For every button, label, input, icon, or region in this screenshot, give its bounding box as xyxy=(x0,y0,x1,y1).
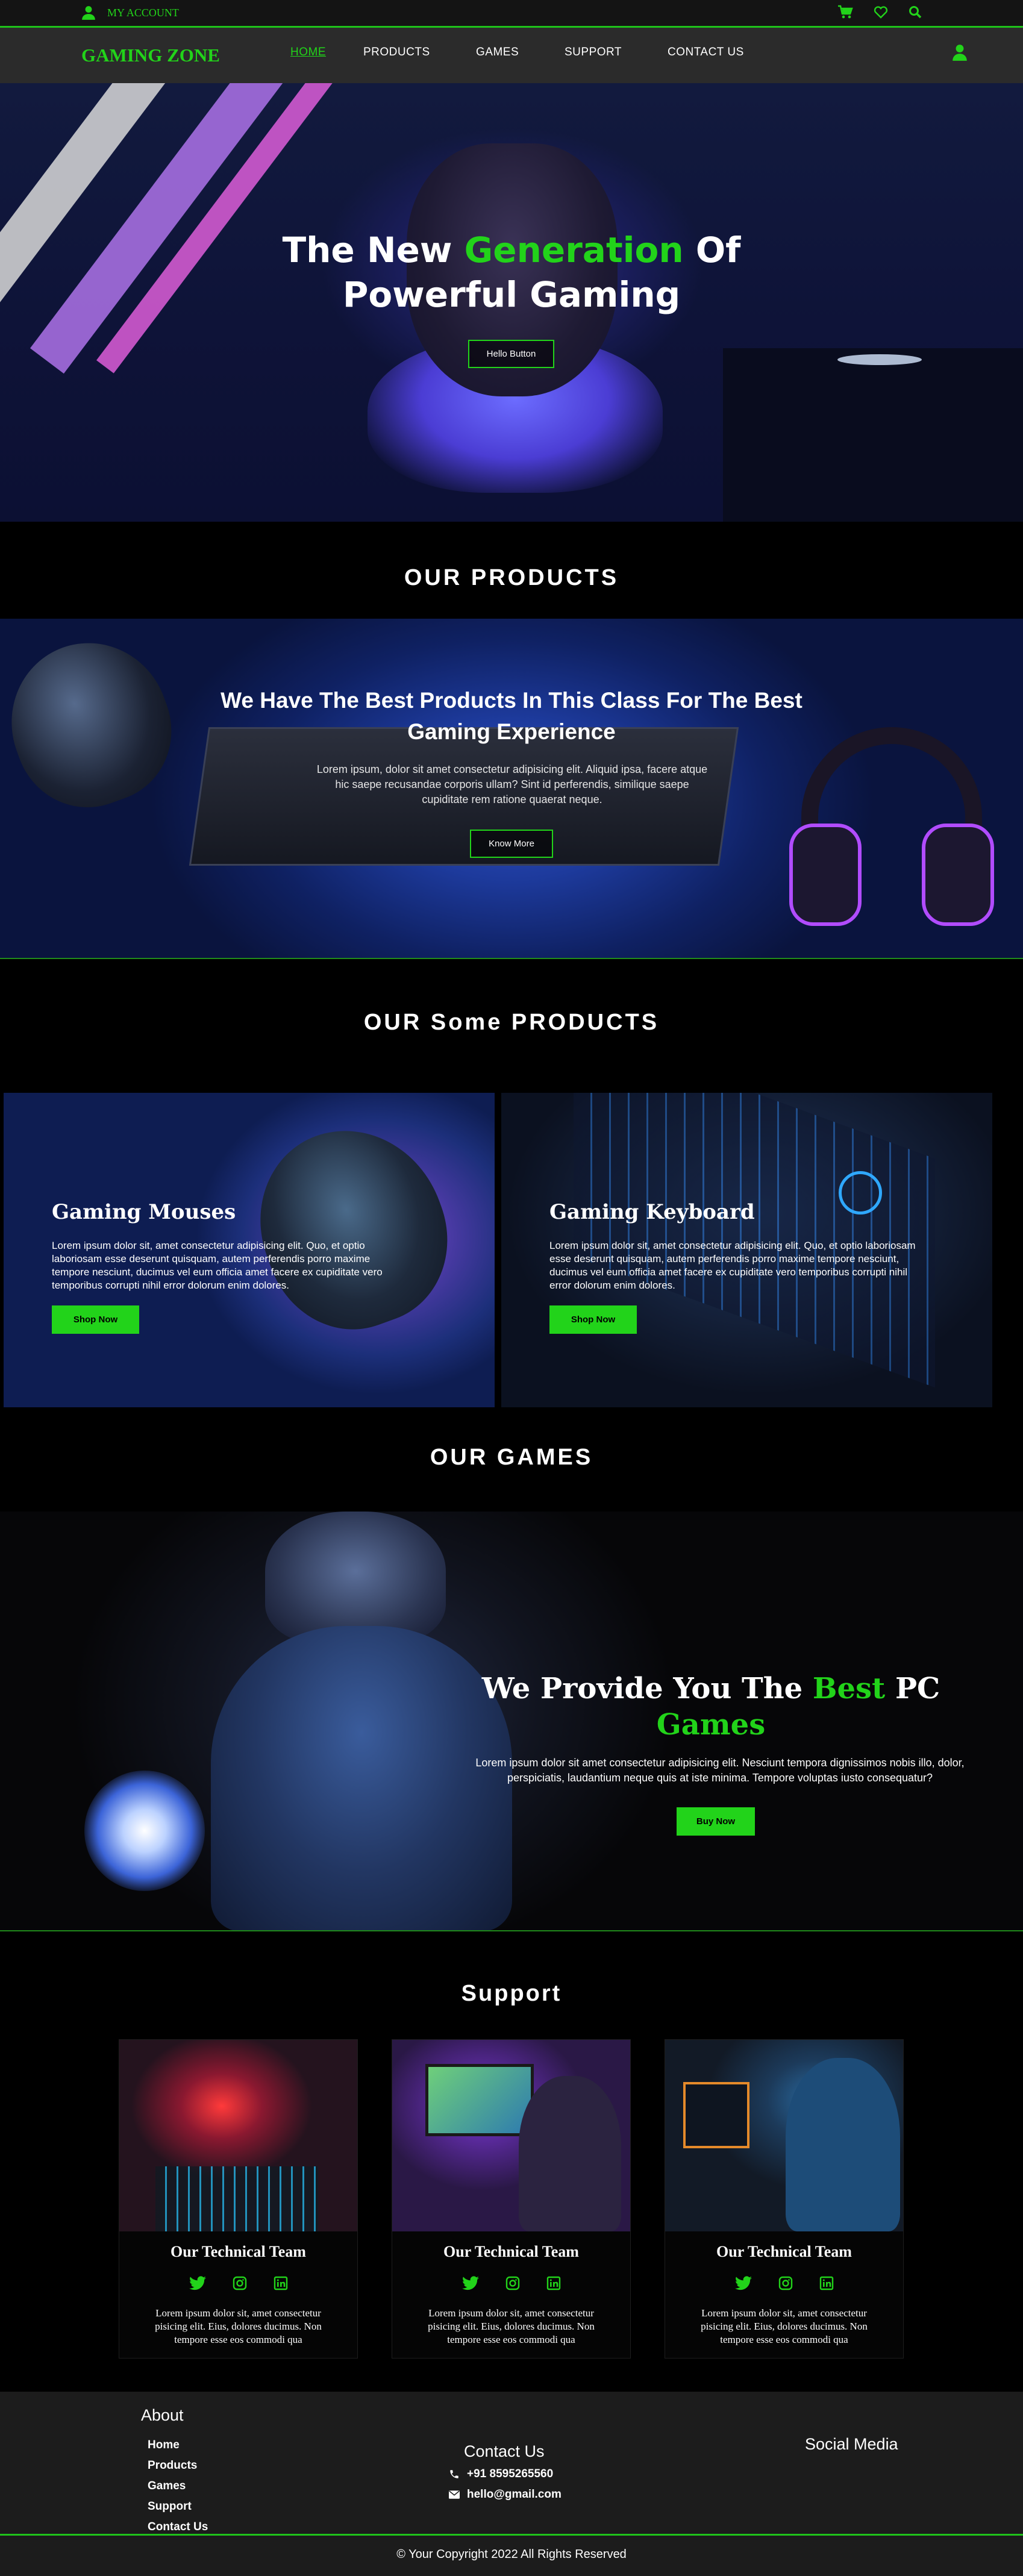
games-banner: We Provide You The Best PC Games Lorem i… xyxy=(0,1512,1023,1931)
games-heading: OUR GAMES xyxy=(430,1445,593,1470)
contact-phone[interactable]: +91 8595265560 xyxy=(449,2468,553,2481)
nav-links: HOME PRODUCTS GAMES SUPPORT CONTACT US xyxy=(290,46,744,59)
linkedin-icon[interactable] xyxy=(819,2276,834,2290)
card-title: Gaming Keyboard xyxy=(549,1200,755,1224)
heart-icon[interactable] xyxy=(874,5,888,19)
team-photo xyxy=(392,2040,630,2231)
instagram-icon[interactable] xyxy=(233,2276,247,2290)
nav-support[interactable]: SUPPORT xyxy=(565,46,668,59)
products-banner-title: We Have The Best Products In This Class … xyxy=(221,688,802,744)
some-products-heading: OUR Some PRODUCTS xyxy=(363,1010,660,1035)
linkedin-icon[interactable] xyxy=(546,2276,561,2290)
card-title: Our Technical Team xyxy=(443,2243,579,2260)
twitter-icon[interactable] xyxy=(189,2276,206,2290)
support-card: Our Technical Team Lorem ipsum dolor sit… xyxy=(119,2039,358,2359)
hero-title: The New Generation Of Powerful Gaming xyxy=(282,230,741,315)
desk-surface xyxy=(723,348,1023,522)
nav-games[interactable]: GAMES xyxy=(476,46,565,59)
hero-banner: The New Generation Of Powerful Gaming He… xyxy=(0,83,1023,522)
main-nav: GAMING ZONE HOME PRODUCTS GAMES SUPPORT … xyxy=(0,28,1023,83)
card-title: Gaming Mouses xyxy=(52,1200,236,1224)
games-title: We Provide You The Best PC Games xyxy=(481,1672,940,1742)
team-photo xyxy=(665,2040,903,2231)
products-banner: We Have The Best Products In This Class … xyxy=(0,619,1023,959)
footer-link-home[interactable]: Home xyxy=(148,2439,180,2452)
support-card: Our Technical Team Lorem ipsum dolor sit… xyxy=(665,2039,904,2359)
nav-contact[interactable]: CONTACT US xyxy=(668,46,744,59)
social-icons xyxy=(119,2276,357,2290)
knob-decor xyxy=(839,1171,882,1215)
products-heading: OUR PRODUCTS xyxy=(404,565,619,590)
card-text: Lorem ipsum dolor sit, amet consectetur … xyxy=(701,2307,868,2345)
my-account-label: MY ACCOUNT xyxy=(107,6,179,19)
team-photo xyxy=(119,2040,357,2231)
support-card: Our Technical Team Lorem ipsum dolor sit… xyxy=(392,2039,631,2359)
card-text: Lorem ipsum dolor sit, amet consectetur … xyxy=(52,1240,383,1291)
headphones-product-image xyxy=(777,715,1006,938)
twitter-icon[interactable] xyxy=(461,2276,479,2290)
product-card-keyboard: Gaming Keyboard Lorem ipsum dolor sit, a… xyxy=(501,1093,992,1407)
mouse-image xyxy=(234,1104,472,1353)
card-text: Lorem ipsum dolor sit, amet consectetur … xyxy=(155,2307,322,2345)
search-icon[interactable] xyxy=(909,5,922,19)
instagram-icon[interactable] xyxy=(778,2276,793,2290)
social-icons xyxy=(392,2276,630,2290)
linkedin-icon[interactable] xyxy=(274,2276,288,2290)
shop-now-button[interactable]: Shop Now xyxy=(549,1305,637,1334)
social-icons xyxy=(665,2276,903,2290)
card-text: Lorem ipsum dolor sit, amet consectetur … xyxy=(549,1240,916,1291)
nav-home[interactable]: HOME xyxy=(290,46,363,59)
footer-link-products[interactable]: Products xyxy=(148,2459,197,2472)
instagram-icon[interactable] xyxy=(505,2276,520,2290)
buy-now-button[interactable]: Buy Now xyxy=(677,1807,755,1836)
cart-icon[interactable] xyxy=(837,5,853,19)
footer-link-contact[interactable]: Contact Us xyxy=(148,2521,208,2534)
social-media-heading: Social Media xyxy=(805,2435,898,2453)
user-icon[interactable] xyxy=(952,43,968,61)
know-more-button[interactable]: Know More xyxy=(470,830,553,858)
card-title: Our Technical Team xyxy=(716,2243,852,2260)
footer-link-support[interactable]: Support xyxy=(148,2500,192,2513)
top-bar: MY ACCOUNT xyxy=(0,0,1023,28)
games-text: Lorem ipsum dolor sit amet consectetur a… xyxy=(475,1757,965,1784)
nav-products[interactable]: PRODUCTS xyxy=(363,46,476,59)
contact-heading: Contact Us xyxy=(464,2442,545,2460)
hero-button[interactable]: Hello Button xyxy=(468,340,554,368)
shop-now-button[interactable]: Shop Now xyxy=(52,1305,139,1334)
about-heading: About xyxy=(141,2406,184,2424)
card-text: Lorem ipsum dolor sit, amet consectetur … xyxy=(428,2307,595,2345)
product-card-mouses: Gaming Mouses Lorem ipsum dolor sit, ame… xyxy=(4,1093,495,1407)
user-icon xyxy=(82,6,95,20)
products-banner-text: Lorem ipsum, dolor sit amet consectetur … xyxy=(316,763,708,805)
my-account-link[interactable]: MY ACCOUNT xyxy=(81,5,179,20)
copyright-bar: © Your Copyright 2022 All Rights Reserve… xyxy=(0,2534,1023,2576)
energy-ball-decor xyxy=(84,1771,205,1891)
footer-link-games[interactable]: Games xyxy=(148,2480,186,2493)
envelope-icon xyxy=(449,2490,460,2499)
glow-decor xyxy=(837,354,922,365)
warrior-head-image xyxy=(265,1512,446,1644)
card-title: Our Technical Team xyxy=(170,2243,306,2260)
twitter-icon[interactable] xyxy=(734,2276,752,2290)
support-heading: Support xyxy=(461,1981,562,2006)
contact-email[interactable]: hello@gmail.com xyxy=(449,2488,562,2501)
site-logo[interactable]: GAMING ZONE xyxy=(81,45,220,66)
phone-icon xyxy=(450,2470,458,2478)
